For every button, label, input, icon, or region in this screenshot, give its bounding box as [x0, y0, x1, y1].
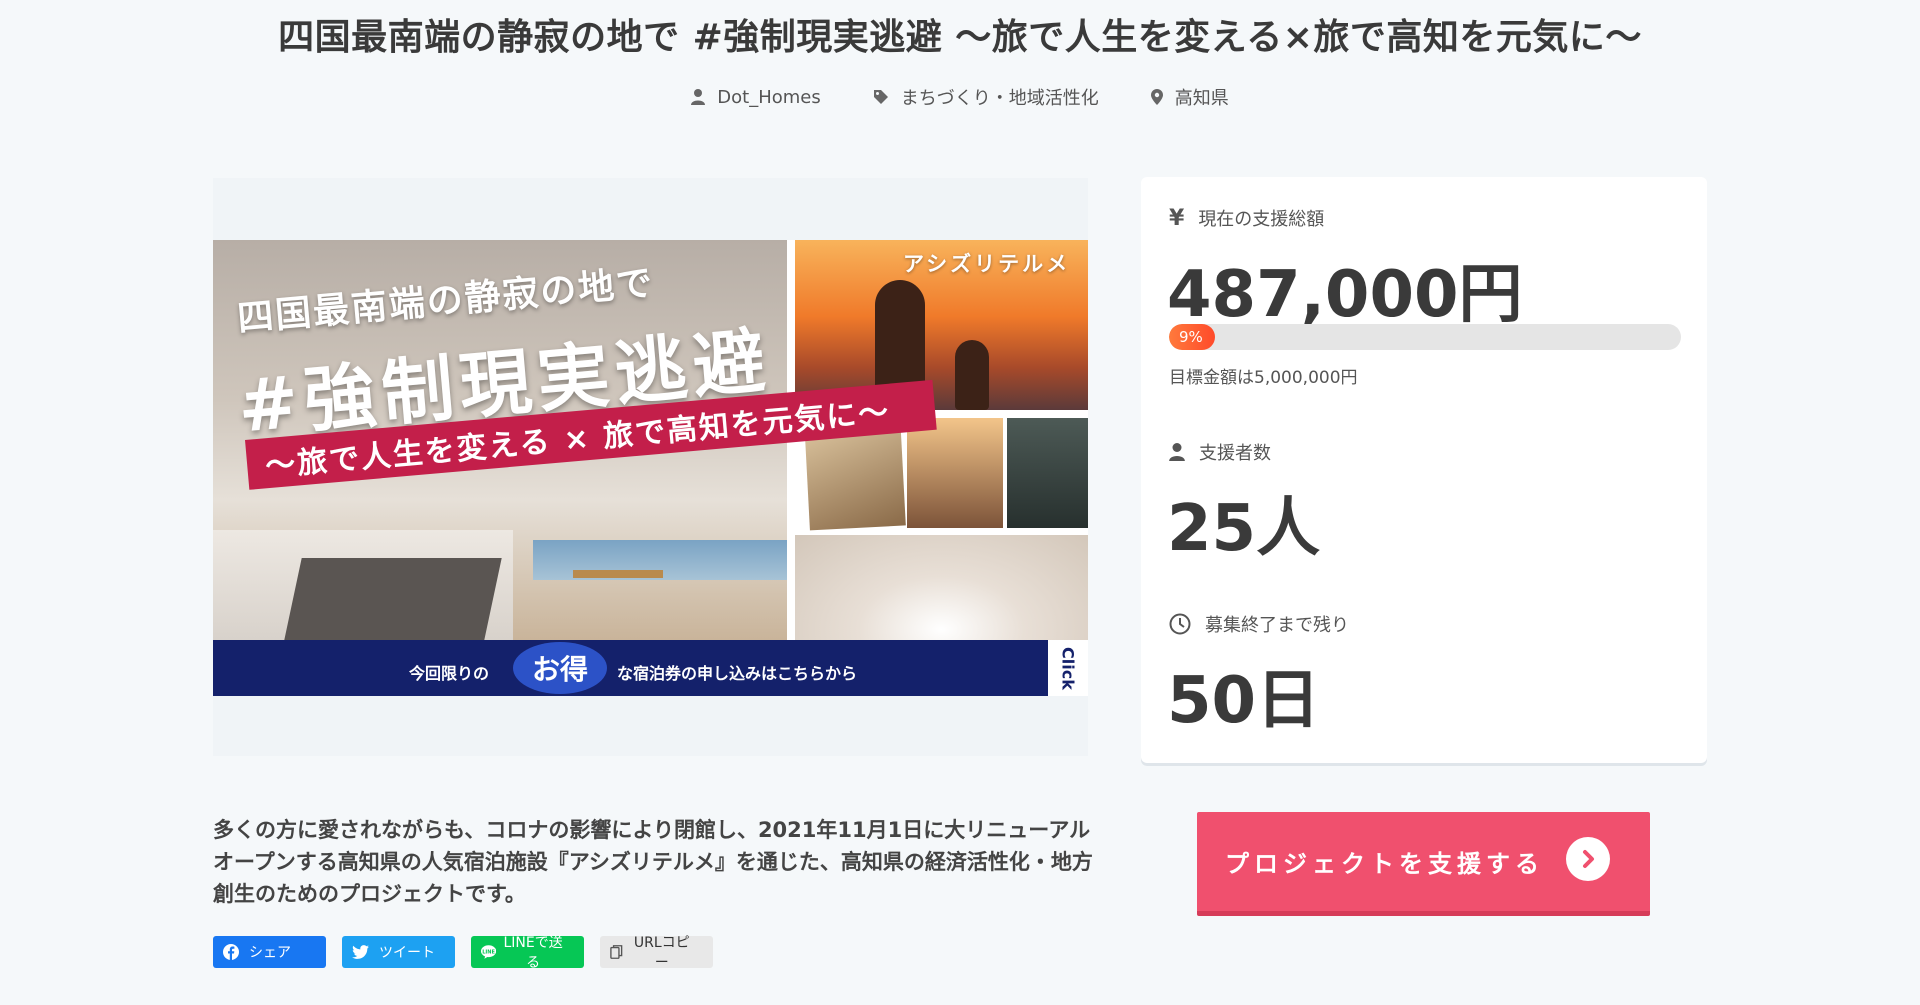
category-name: まちづくり・地域活性化 [900, 88, 1099, 109]
project-meta: Dot_Homes まちづくり・地域活性化 高知県 [0, 84, 1920, 110]
remaining-label-row: 募集終了まで残り [1169, 611, 1349, 637]
remaining-label: 募集終了まで残り [1205, 615, 1349, 636]
twitter-share-button[interactable]: ツイート [342, 936, 455, 968]
stats-panel: ¥ 現在の支援総額 487,000円 9% 目標金額は5,000,000円 支援… [1141, 177, 1707, 763]
line-icon: LINE [481, 945, 497, 959]
total-value: 487,000円 [1167, 258, 1523, 332]
total-label: 現在の支援総額 [1198, 209, 1325, 230]
copy-icon [610, 945, 623, 959]
hero-bar-text1: 今回限りの [409, 664, 490, 683]
facebook-share-label: シェア [249, 945, 291, 961]
tag-icon [873, 90, 888, 104]
user-icon [1169, 443, 1185, 461]
url-copy-label: URLコピー [633, 935, 690, 971]
progress-percent-label: 9% [1179, 328, 1203, 346]
location-name: 高知県 [1174, 88, 1229, 109]
line-share-button[interactable]: LINE LINEで送る [471, 935, 584, 971]
location-link[interactable]: 高知県 [1150, 84, 1229, 110]
facebook-icon [223, 944, 239, 960]
facebook-share-button[interactable]: シェア [213, 936, 326, 968]
hero-container: アシズリテルメ 四国最南端の静寂の地で #強制現実逃避 〜旅で人生を変える × … [213, 178, 1088, 756]
map-pin-icon [1150, 89, 1163, 105]
supporters-label: 支援者数 [1199, 443, 1271, 464]
yen-icon: ¥ [1169, 205, 1185, 231]
chevron-right-icon [1566, 837, 1610, 881]
total-label-row: ¥ 現在の支援総額 [1169, 205, 1324, 231]
clock-icon [1169, 613, 1191, 635]
funding-progress-fill: 9% [1169, 324, 1216, 350]
twitter-share-label: ツイート [379, 945, 435, 961]
share-buttons: シェア ツイート LINE LINEで送る URLコピー [213, 935, 713, 971]
hero-bar-highlight: お得 [513, 642, 607, 694]
user-icon [691, 89, 706, 105]
hero-bar-text2: な宿泊券の申し込みはこちらから [617, 664, 858, 683]
support-button-label: プロジェクトを支援する [1225, 850, 1544, 878]
project-description: 多くの方に愛されながらも、コロナの影響により閉館し、2021年11月1日に大リニ… [213, 818, 1093, 906]
owner-name: Dot_Homes [717, 86, 821, 108]
category-link[interactable]: まちづくり・地域活性化 [873, 84, 1099, 110]
support-project-button[interactable]: プロジェクトを支援する [1197, 812, 1650, 916]
supporters-value: 25人 [1167, 492, 1321, 566]
hero-cta-bar[interactable]: 今回限りの お得 な宿泊券の申し込みはこちらから Click [213, 640, 1088, 696]
hero-photo-collage [787, 240, 1088, 640]
url-copy-button[interactable]: URLコピー [600, 935, 713, 971]
supporters-label-row: 支援者数 [1169, 439, 1271, 465]
owner-link[interactable]: Dot_Homes [691, 84, 821, 110]
hero-banner[interactable]: アシズリテルメ 四国最南端の静寂の地で #強制現実逃避 〜旅で人生を変える × … [213, 240, 1088, 696]
page-title: 四国最南端の静寂の地で #強制現実逃避 〜旅で人生を変える×旅で高知を元気に〜 [278, 17, 1642, 58]
remaining-value: 50日 [1167, 664, 1321, 738]
twitter-icon [352, 945, 369, 959]
svg-text:LINE: LINE [482, 949, 495, 955]
hero-click-tab[interactable]: Click [1048, 640, 1088, 696]
funding-progress-bar: 9% [1169, 324, 1681, 350]
goal-text: 目標金額は5,000,000円 [1169, 368, 1358, 388]
line-share-label: LINEで送る [503, 935, 563, 971]
hero-brand-tag: アシズリテルメ [903, 252, 1071, 276]
